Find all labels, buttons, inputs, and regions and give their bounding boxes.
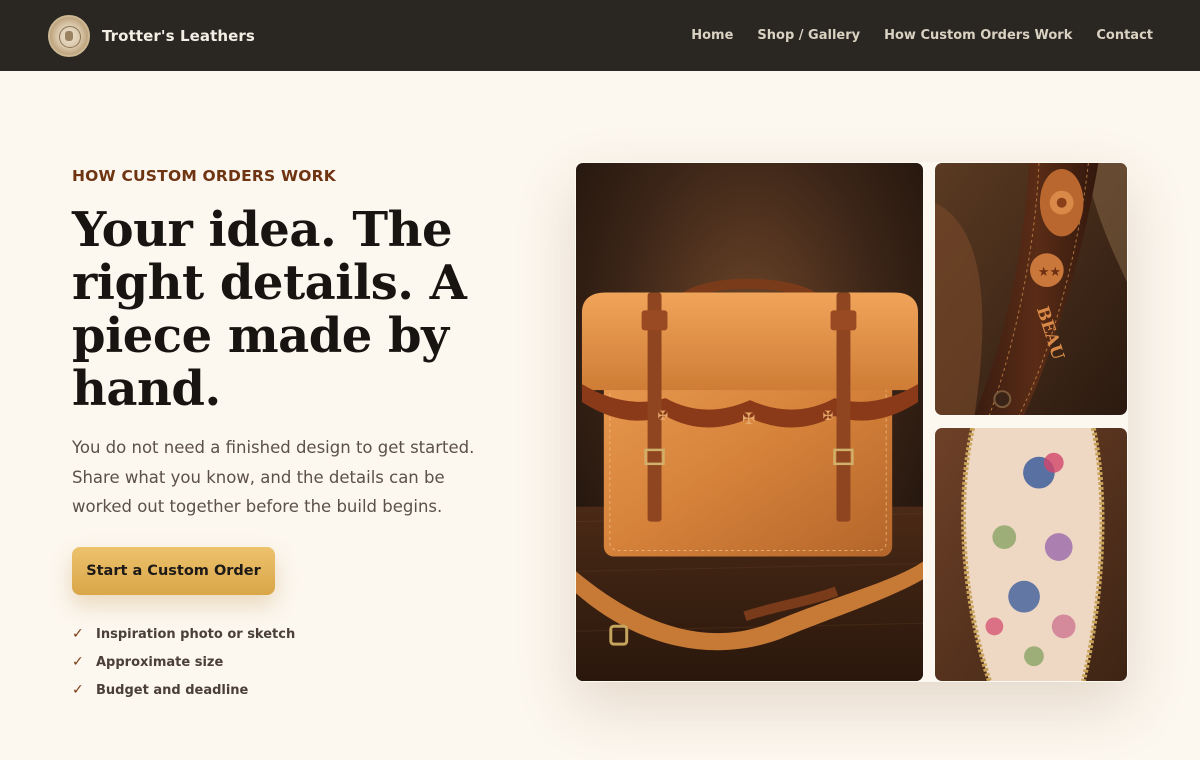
nav-link-shop-gallery[interactable]: Shop / Gallery (757, 28, 860, 43)
svg-text:✠: ✠ (823, 409, 834, 424)
svg-text:★★: ★★ (1038, 265, 1061, 280)
svg-text:✠: ✠ (658, 409, 669, 424)
svg-text:✠: ✠ (742, 409, 755, 428)
checklist-item-label: Inspiration photo or sketch (96, 626, 296, 642)
satchel-photo[interactable]: ✠ ✠ ✠ (575, 162, 924, 682)
check-icon: ✓ (72, 626, 84, 642)
section-eyebrow: HOW CUSTOM ORDERS WORK (72, 167, 337, 185)
checklist-item: ✓ Inspiration photo or sketch (72, 620, 295, 648)
check-icon: ✓ (72, 654, 84, 670)
top-nav: Trotter's Leathers Home Shop / Gallery H… (0, 0, 1200, 71)
requirements-checklist: ✓ Inspiration photo or sketch ✓ Approxim… (72, 620, 295, 704)
hero-headline: Your idea. The right details. A piece ma… (72, 202, 467, 417)
hero-lede: You do not need a finished design to get… (72, 438, 475, 516)
brand[interactable]: Trotter's Leathers (48, 14, 255, 57)
nav-links: Home Shop / Gallery How Custom Orders Wo… (691, 0, 1153, 71)
checklist-item: ✓ Budget and deadline (72, 676, 295, 704)
leather-stamp-seal-icon (48, 14, 90, 57)
nav-link-contact[interactable]: Contact (1096, 28, 1153, 43)
checklist-item-label: Budget and deadline (96, 682, 249, 698)
checklist-item-label: Approximate size (96, 654, 224, 670)
brand-name: Trotter's Leathers (102, 26, 255, 45)
nav-link-home[interactable]: Home (691, 28, 733, 43)
check-icon: ✓ (72, 682, 84, 698)
start-custom-order-button[interactable]: Start a Custom Order (72, 547, 275, 595)
nav-link-custom-orders[interactable]: How Custom Orders Work (884, 28, 1072, 43)
tooled-strap-photo[interactable]: ★★ BEAU (934, 162, 1128, 416)
checklist-item: ✓ Approximate size (72, 648, 295, 676)
floral-lining-photo[interactable] (934, 427, 1128, 682)
